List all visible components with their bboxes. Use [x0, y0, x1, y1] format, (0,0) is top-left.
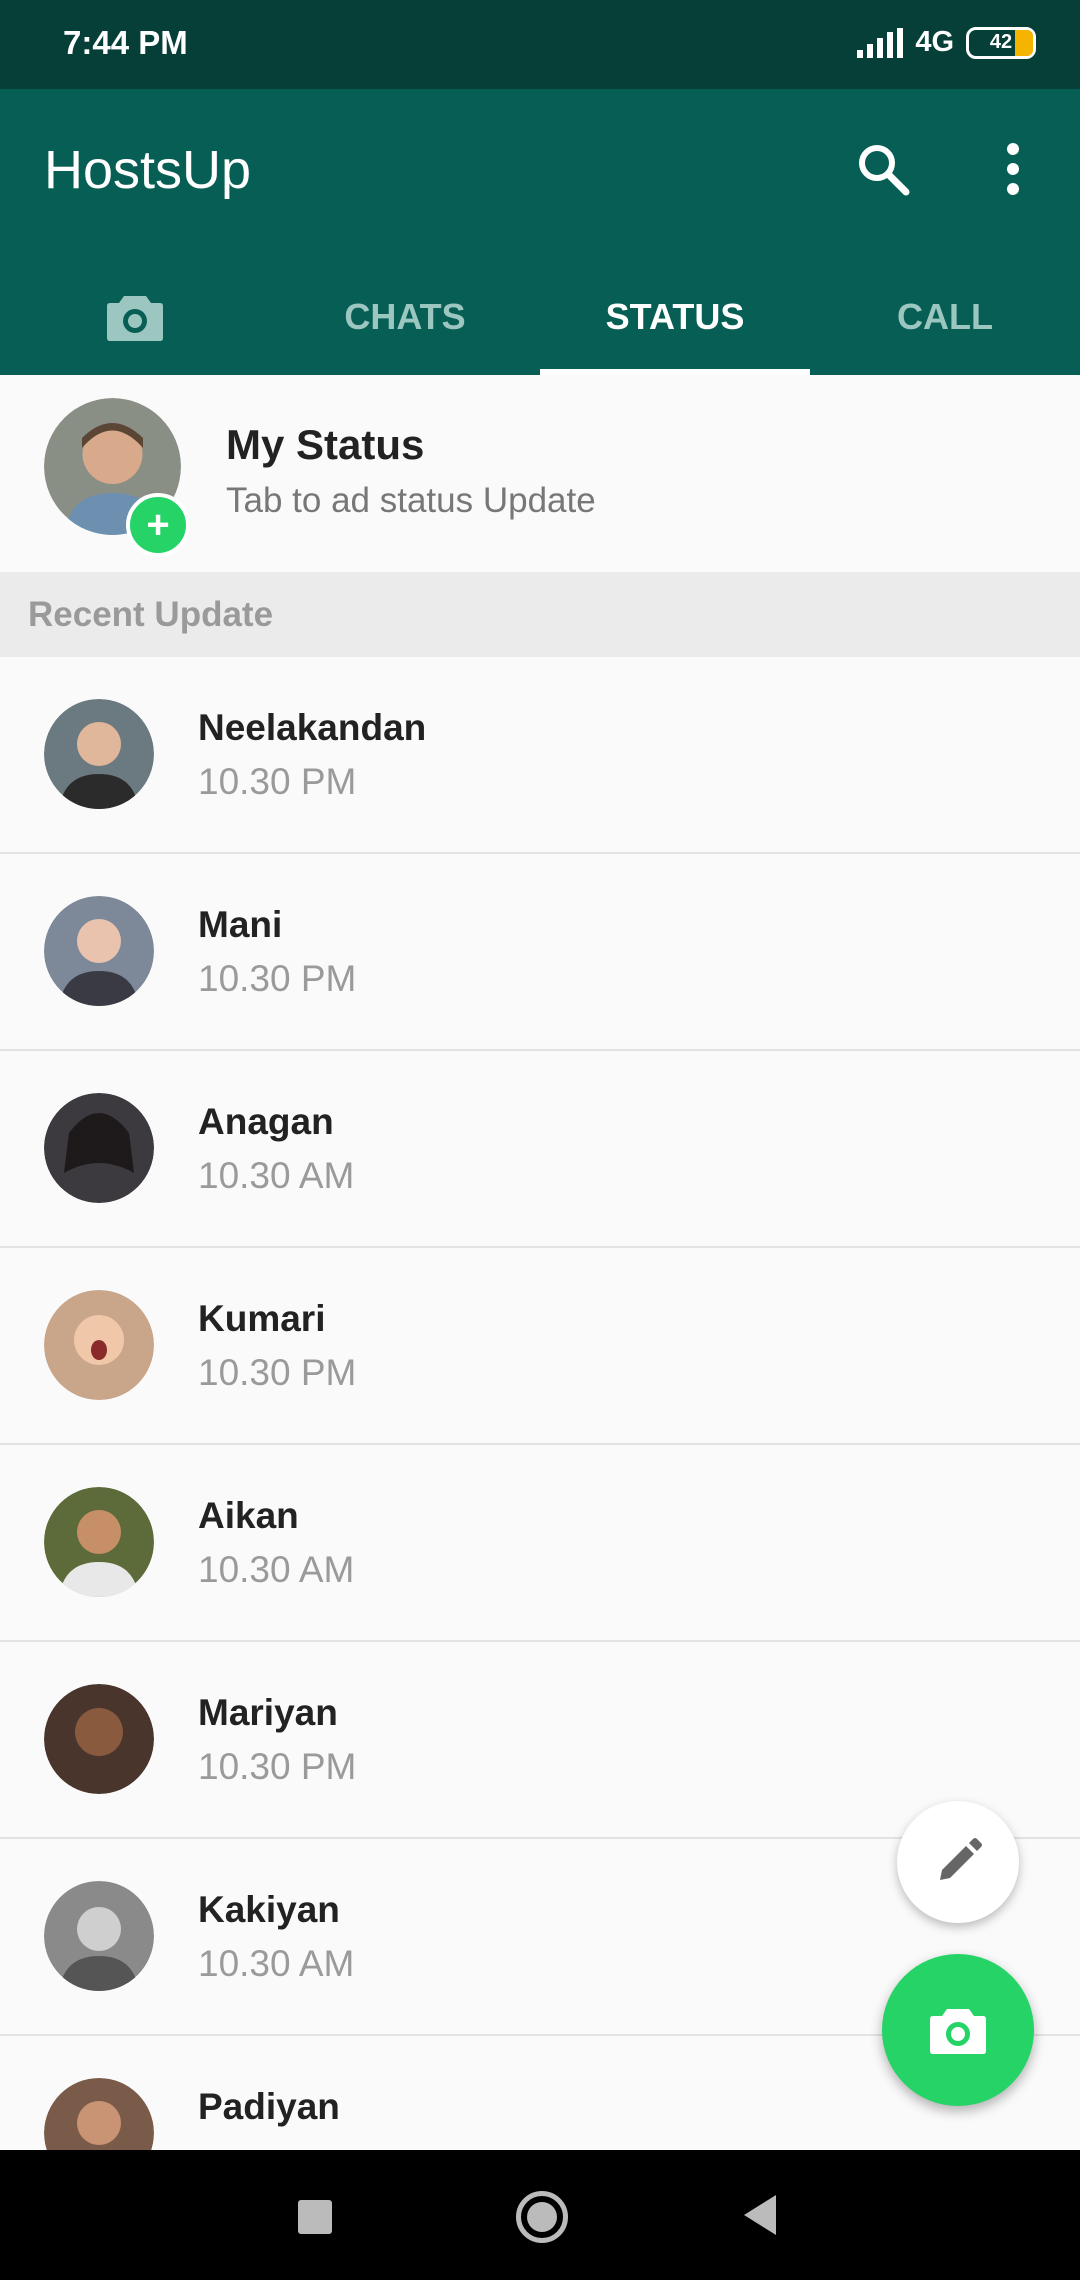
status-time: 7:44 PM: [63, 24, 188, 61]
list-item[interactable]: Neelakandan 10.30 PM: [0, 657, 1080, 854]
app-bar: HostsUp CHATS STATUS CALL: [0, 89, 1080, 375]
pencil-icon: [940, 1838, 982, 1880]
contact-time: 10.30 AM: [198, 1943, 355, 1984]
contact-name: Kumari: [198, 1298, 326, 1339]
tab-call[interactable]: CALL: [810, 259, 1080, 375]
signal-icon: [857, 27, 904, 58]
camera-icon: [930, 2009, 986, 2054]
avatar: [44, 896, 154, 1006]
app-title: HostsUp: [44, 140, 252, 200]
avatar: [44, 1881, 154, 1991]
back-button[interactable]: [744, 2195, 776, 2235]
contact-time: 10.30 PM: [198, 761, 357, 802]
my-status-row[interactable]: + My Status Tab to ad status Update: [0, 375, 1080, 572]
contact-name: Mani: [198, 904, 283, 945]
battery-icon: 42: [966, 26, 1036, 59]
network-type: 4G: [915, 26, 954, 58]
recent-update-header: Recent Update: [0, 572, 1080, 657]
system-nav-bar: [0, 2150, 1080, 2280]
contact-name: Kakiyan: [198, 1889, 340, 1930]
avatar: [44, 1093, 154, 1203]
search-icon[interactable]: [853, 139, 913, 199]
my-status-subtitle: Tab to ad status Update: [226, 481, 596, 520]
edit-status-button[interactable]: [897, 1801, 1019, 1923]
battery-level: 42: [989, 31, 1013, 53]
contact-time: 10.30 AM: [198, 1549, 355, 1590]
tab-status[interactable]: STATUS: [540, 259, 810, 375]
contact-name: Mariyan: [198, 1692, 338, 1733]
contact-name: Anagan: [198, 1101, 334, 1142]
contact-time: 10.30 PM: [198, 1352, 357, 1393]
camera-icon: [107, 296, 163, 341]
status-bar: 7:44 PM 4G 42: [0, 0, 1080, 89]
contact-time: 10.30 PM: [198, 1746, 357, 1787]
home-button[interactable]: [516, 2191, 568, 2243]
tab-bar: CHATS STATUS CALL: [0, 259, 1080, 375]
contact-name: Padiyan: [198, 2086, 340, 2127]
tab-chats[interactable]: CHATS: [270, 259, 540, 375]
contact-name: Aikan: [198, 1495, 299, 1536]
my-status-title: My Status: [226, 421, 425, 468]
contact-time: 10.30 AM: [198, 1155, 355, 1196]
status-indicators: 4G 42: [857, 26, 1036, 59]
camera-status-button[interactable]: [882, 1954, 1034, 2106]
list-item[interactable]: Mani 10.30 PM: [0, 854, 1080, 1051]
tab-camera[interactable]: [0, 259, 270, 375]
avatar: [44, 1684, 154, 1794]
contact-time: 10.30 PM: [198, 958, 357, 999]
list-item[interactable]: Aikan 10.30 AM: [0, 1445, 1080, 1642]
avatar: [44, 699, 154, 809]
contact-name: Neelakandan: [198, 707, 427, 748]
list-item[interactable]: Kumari 10.30 PM: [0, 1248, 1080, 1445]
avatar: [44, 1290, 154, 1400]
add-status-button[interactable]: +: [126, 493, 190, 557]
list-item[interactable]: Mariyan 10.30 PM: [0, 1642, 1080, 1839]
more-vert-icon[interactable]: [988, 139, 1038, 199]
plus-icon: +: [146, 503, 170, 547]
list-item[interactable]: Anagan 10.30 AM: [0, 1051, 1080, 1248]
avatar: [44, 1487, 154, 1597]
recents-button[interactable]: [298, 2200, 332, 2234]
